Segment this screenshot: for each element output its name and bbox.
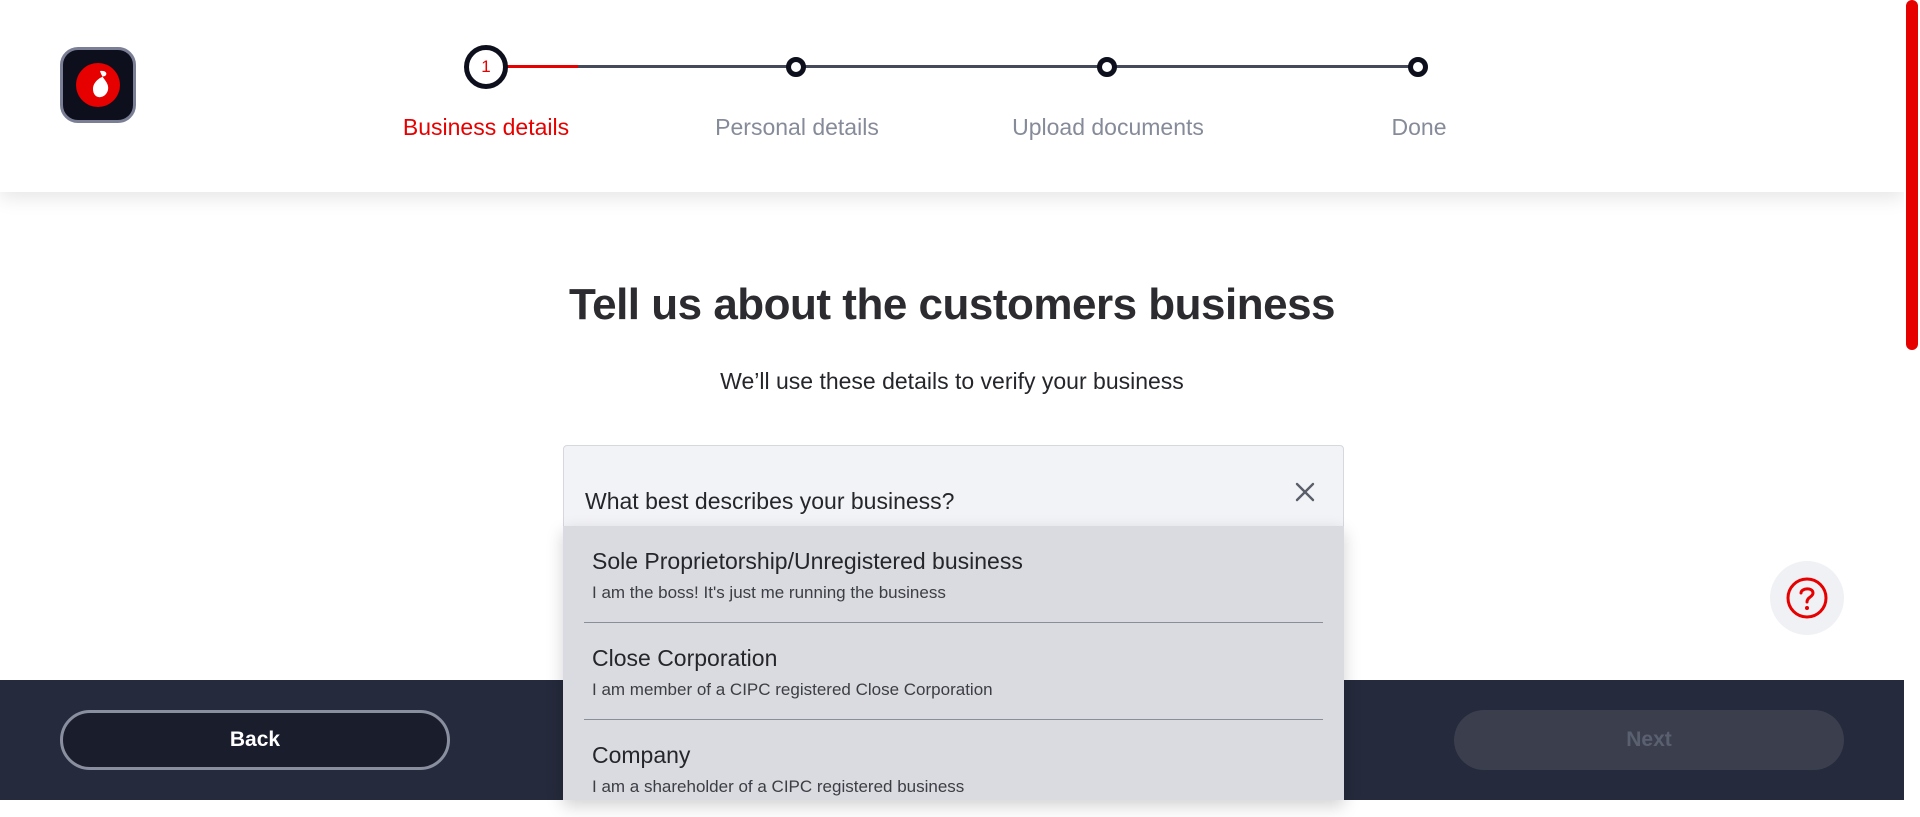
option-title: Close Corporation [592, 645, 778, 671]
step-3-dot [1097, 57, 1117, 77]
header: 1 Business details Personal details Uplo… [0, 0, 1904, 192]
back-button[interactable]: Back [60, 710, 450, 770]
progress-track [485, 65, 1418, 68]
close-icon[interactable] [1291, 478, 1319, 506]
option-description: I am a shareholder of a CIPC registered … [592, 777, 965, 796]
option-company[interactable]: Company I am a shareholder of a CIPC reg… [563, 720, 1344, 817]
business-type-label: What best describes your business? [585, 488, 955, 514]
step-label-done[interactable]: Done [1289, 114, 1549, 141]
vodafone-logo-icon[interactable] [60, 47, 136, 123]
step-label-personal-details[interactable]: Personal details [667, 114, 927, 141]
scrollbar[interactable] [1904, 0, 1920, 800]
page-subtitle: We’ll use these details to verify your b… [720, 368, 1184, 394]
step-label-business-details[interactable]: Business details [356, 114, 616, 141]
step-label-upload-documents[interactable]: Upload documents [978, 114, 1238, 141]
step-number: 1 [481, 57, 491, 76]
scrollbar-thumb[interactable] [1906, 0, 1918, 350]
help-button[interactable] [1770, 561, 1844, 635]
step-1-indicator: 1 [464, 45, 508, 89]
step-2-dot [786, 57, 806, 77]
option-title: Company [592, 742, 691, 768]
business-type-dropdown: Sole Proprietorship/Unregistered busines… [563, 526, 1344, 800]
option-sole-proprietorship[interactable]: Sole Proprietorship/Unregistered busines… [563, 526, 1344, 623]
option-close-corporation[interactable]: Close Corporation I am member of a CIPC … [563, 623, 1344, 720]
step-4-dot [1408, 57, 1428, 77]
next-button[interactable]: Next [1454, 710, 1844, 770]
page-title: Tell us about the customers business [568, 280, 1336, 329]
help-question-icon [1786, 577, 1828, 619]
option-description: I am the boss! It's just me running the … [592, 583, 946, 602]
option-title: Sole Proprietorship/Unregistered busines… [592, 548, 1023, 574]
business-type-select[interactable]: What best describes your business? [563, 445, 1344, 535]
option-description: I am member of a CIPC registered Close C… [592, 680, 993, 699]
